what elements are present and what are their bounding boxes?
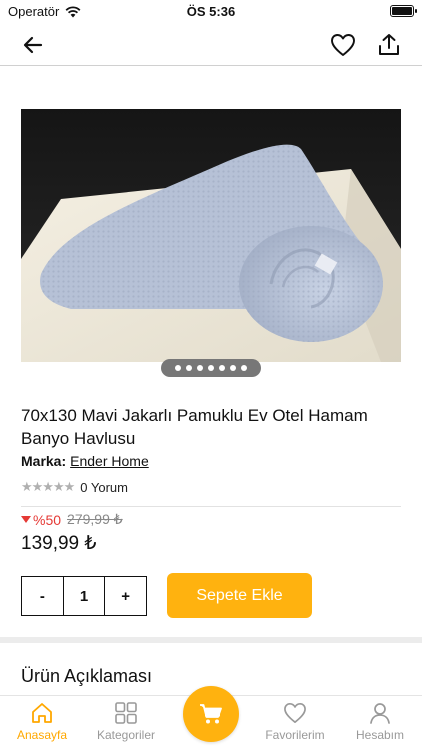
nav-bar — [0, 22, 422, 66]
increase-button[interactable]: + — [105, 577, 146, 615]
brand-link[interactable]: Ender Home — [70, 453, 149, 469]
add-to-cart-button[interactable]: Sepete Ekle — [167, 573, 312, 618]
tab-account-label: Hesabım — [355, 728, 405, 742]
page-dot[interactable] — [186, 365, 192, 371]
old-price: 279,99 ₺ — [67, 511, 123, 527]
page-dot[interactable] — [208, 365, 214, 371]
tab-favorites-label: Favorilerim — [265, 728, 325, 742]
arrow-left-icon — [23, 36, 43, 54]
decrease-button[interactable]: - — [22, 577, 63, 615]
quantity-stepper: - 1 + — [21, 576, 147, 616]
heart-icon — [331, 34, 355, 56]
user-icon — [370, 703, 390, 724]
tab-favorites[interactable]: Favorilerim — [253, 702, 337, 742]
cart-icon — [200, 704, 222, 724]
review-count: 0 Yorum — [80, 479, 128, 495]
discount-percent: %50 — [33, 511, 62, 528]
heart-icon — [284, 703, 306, 723]
image-page-indicator[interactable] — [161, 359, 261, 377]
tab-home-label: Anasayfa — [16, 728, 68, 742]
page-dot[interactable] — [175, 365, 181, 371]
tab-home[interactable]: Anasayfa — [0, 702, 84, 742]
discount-row: %50 279,99 ₺ — [21, 511, 123, 528]
share-button[interactable] — [374, 30, 404, 60]
page-dot[interactable] — [241, 365, 247, 371]
product-image[interactable] — [21, 109, 401, 362]
description-title: Ürün Açıklaması — [21, 666, 153, 686]
towel-photo — [21, 109, 401, 362]
grid-icon — [115, 702, 137, 724]
share-icon — [379, 34, 399, 55]
brand-row: Marka: Ender Home — [21, 453, 149, 469]
page-dot[interactable] — [219, 365, 225, 371]
tab-categories-label: Kategoriler — [96, 728, 156, 742]
current-price: 139,99 ₺ — [21, 533, 97, 554]
page-dot[interactable] — [197, 365, 203, 371]
home-icon — [32, 703, 52, 723]
tab-account[interactable]: Hesabım — [338, 702, 422, 742]
battery-icon — [390, 5, 417, 17]
brand-label: Marka: — [21, 453, 67, 469]
quantity-value[interactable]: 1 — [62, 577, 106, 615]
caret-down-icon — [21, 515, 31, 523]
cart-button[interactable] — [183, 686, 239, 742]
status-time: ÖS 5:36 — [186, 4, 236, 19]
section-separator — [0, 637, 422, 643]
product-title: 70x130 Mavi Jakarlı Pamuklu Ev Otel Hama… — [21, 406, 368, 448]
rating-row[interactable]: ★★★★★ 0 Yorum — [21, 479, 128, 495]
tab-categories[interactable]: Kategoriler — [84, 702, 168, 742]
back-button[interactable] — [18, 30, 48, 60]
favorite-button[interactable] — [328, 30, 358, 60]
discount-badge: %50 — [21, 512, 61, 528]
status-bar: Operatör ÖS 5:36 — [0, 0, 422, 22]
rating-stars-icon: ★★★★★ — [21, 479, 75, 494]
page-dot[interactable] — [230, 365, 236, 371]
divider — [21, 506, 401, 507]
